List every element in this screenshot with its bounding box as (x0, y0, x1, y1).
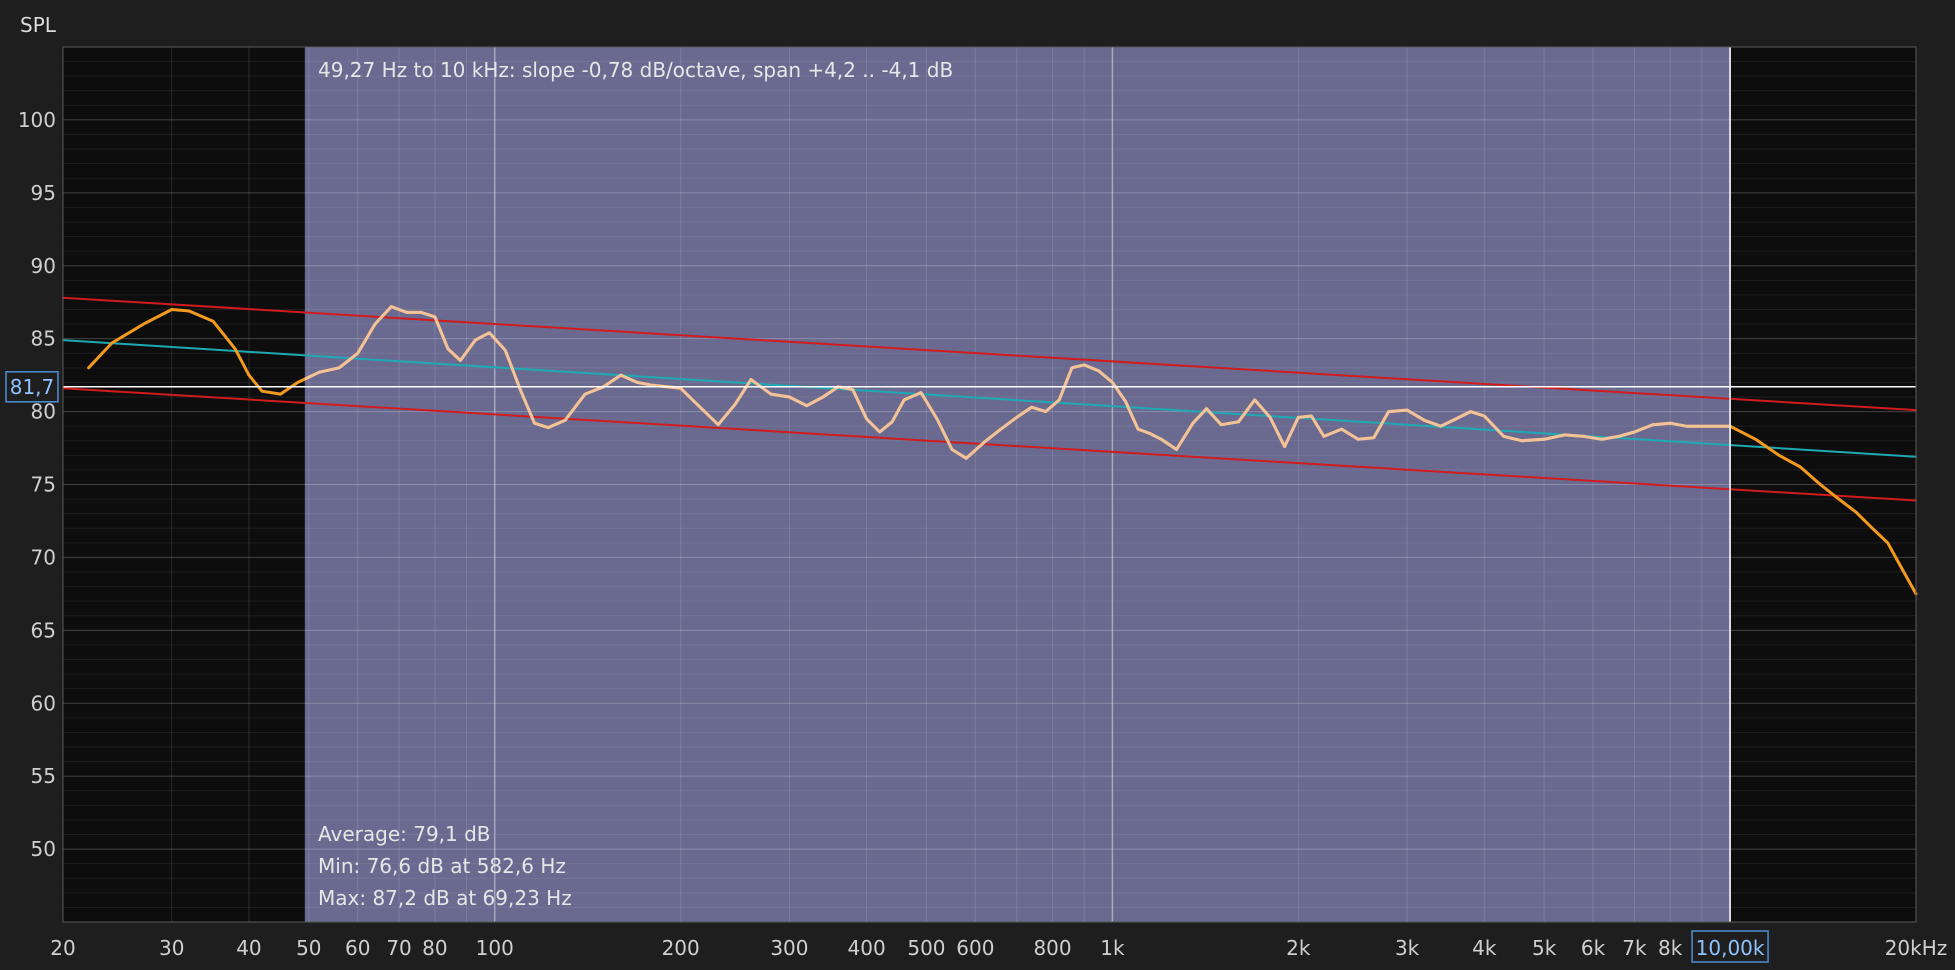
x-tick-label: 6k (1581, 936, 1606, 960)
x-tick-label: 30 (159, 936, 184, 960)
y-tick-label: 75 (31, 473, 56, 497)
x-tick-label: 5k (1532, 936, 1557, 960)
y-tick-label: 65 (31, 618, 56, 642)
y-tick-label: 80 (31, 400, 56, 424)
x-tick-label: 1k (1100, 936, 1125, 960)
x-tick-label: 800 (1033, 936, 1071, 960)
y-tick-label: 55 (31, 764, 56, 788)
x-tick-label: 200 (662, 936, 700, 960)
y-tick-label: 95 (31, 181, 56, 205)
y-tick-label: 85 (31, 327, 56, 351)
y-tick-label: 60 (31, 691, 56, 715)
y-tick-label: 100 (18, 108, 56, 132)
min-annotation: Min: 76,6 dB at 582,6 Hz (318, 854, 566, 878)
x-tick-label: 2k (1286, 936, 1311, 960)
x-tick-label: 20kHz (1885, 936, 1948, 960)
x-tick-label: 80 (422, 936, 447, 960)
x-tick-label: 50 (296, 936, 321, 960)
x-tick-label: 3k (1395, 936, 1420, 960)
average-annotation: Average: 79,1 dB (318, 822, 491, 846)
max-annotation: Max: 87,2 dB at 69,23 Hz (318, 886, 572, 910)
x-tick-label: 8k (1658, 936, 1683, 960)
x-tick-label: 4k (1472, 936, 1497, 960)
y-tick-label: 70 (31, 545, 56, 569)
x-tick-label: 400 (848, 936, 886, 960)
x-tick-label: 100 (476, 936, 514, 960)
x-tick-label: 70 (386, 936, 411, 960)
x-tick-label: 600 (956, 936, 994, 960)
cursor-y-readout: 81,7 (10, 375, 55, 399)
y-axis-title: SPL (20, 13, 57, 37)
x-tick-label: 40 (236, 936, 261, 960)
x-tick-label: 500 (907, 936, 945, 960)
slope-annotation: 49,27 Hz to 10 kHz: slope -0,78 dB/octav… (318, 58, 953, 82)
x-tick-label: 20 (50, 936, 75, 960)
y-tick-label: 50 (31, 837, 56, 861)
x-tick-label: 300 (770, 936, 808, 960)
y-tick-label: 90 (31, 254, 56, 278)
frequency-response-chart[interactable]: SPL 81,7 10,00k 100 95 90 85 80 75 70 65 60 55 50 20… (0, 0, 1955, 970)
x-tick-label: 60 (345, 936, 370, 960)
x-tick-label: 7k (1622, 936, 1647, 960)
cursor-x-readout: 10,00k (1696, 936, 1765, 960)
